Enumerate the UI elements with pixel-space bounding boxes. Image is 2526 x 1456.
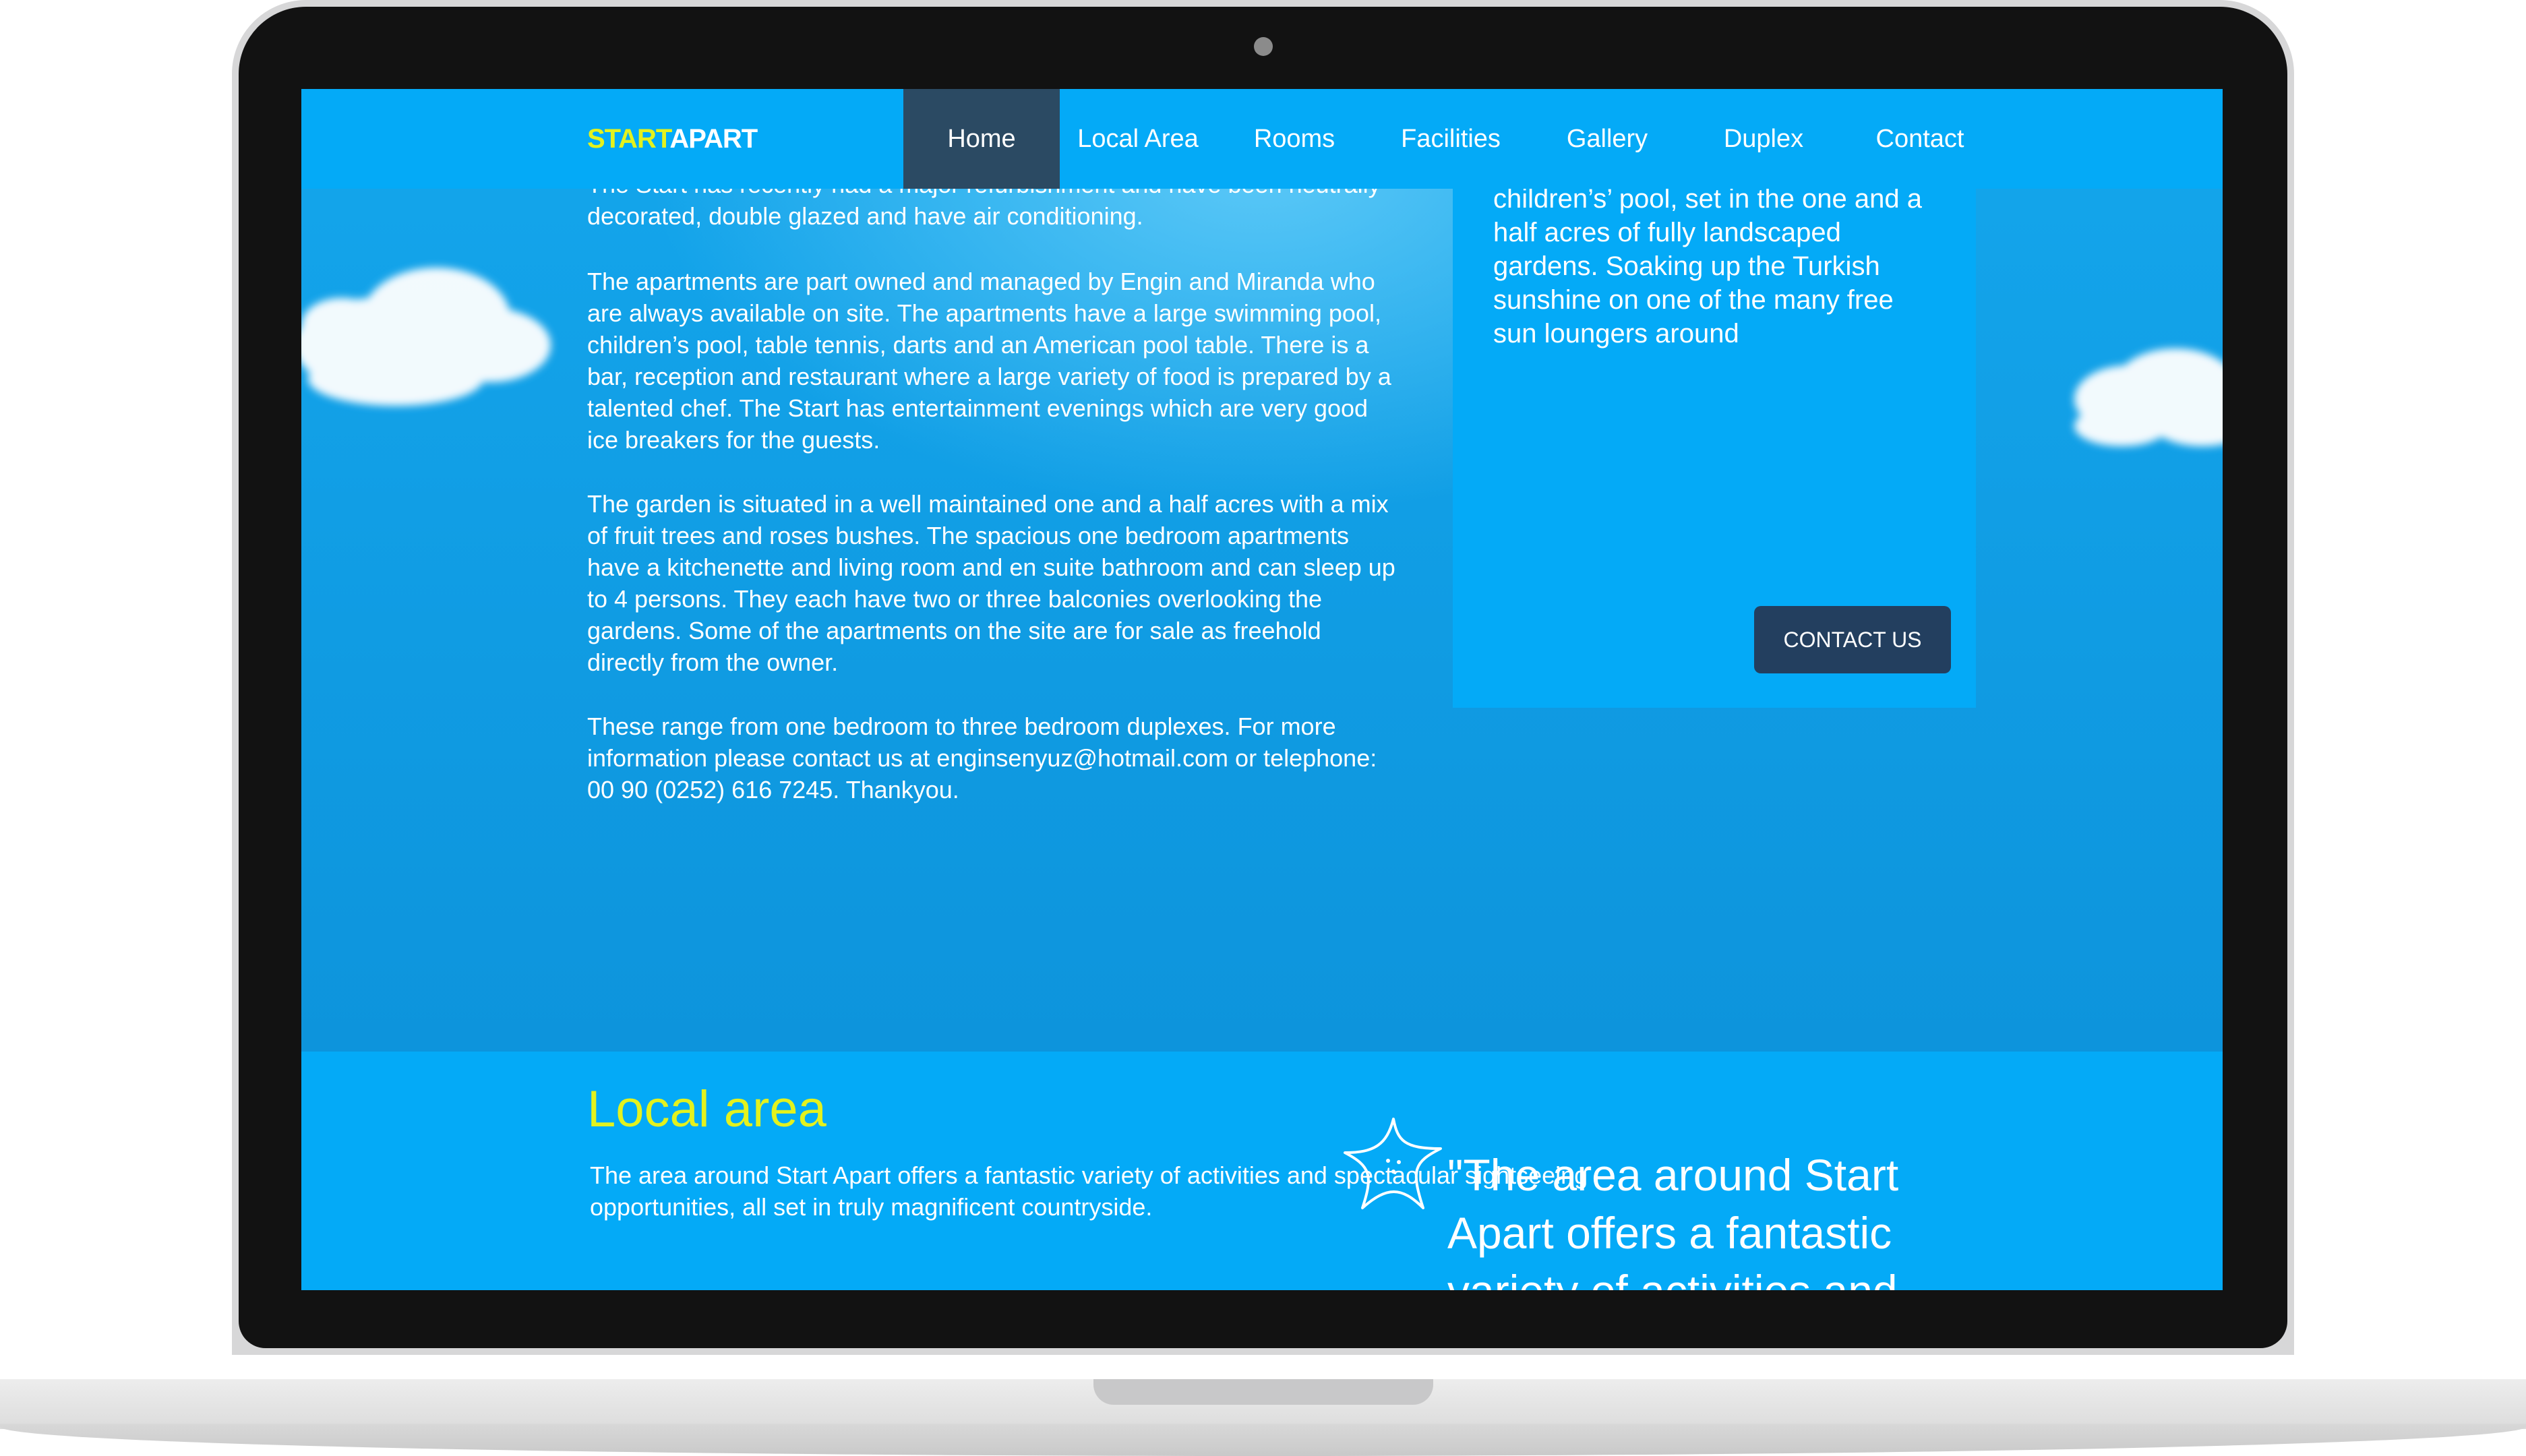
nav-home[interactable]: Home — [903, 89, 1060, 189]
nav-facilities[interactable]: Facilities — [1373, 89, 1529, 189]
cloud-left-icon — [301, 268, 551, 406]
intro-paragraph-2: The garden is situated in a well maintai… — [587, 490, 1395, 676]
laptop-hinge-notch — [1093, 1379, 1433, 1405]
intro-paragraph-1: The apartments are part owned and manage… — [587, 268, 1391, 454]
nav-rooms[interactable]: Rooms — [1216, 89, 1373, 189]
info-card-text: children’s’ pool, set in the one and a h… — [1493, 184, 1922, 348]
local-area-title: Local area — [587, 1081, 826, 1138]
site-logo[interactable]: STARTAPART — [587, 124, 758, 154]
contact-us-button[interactable]: CONTACT US — [1754, 606, 1951, 673]
website-screen: The Start has recently had a major refur… — [301, 89, 2223, 1290]
logo-start: START — [587, 124, 670, 154]
starfish-icon — [1344, 1118, 1442, 1209]
camera-icon — [1254, 37, 1273, 56]
nav-gallery[interactable]: Gallery — [1529, 89, 1685, 189]
cloud-right-icon — [2074, 348, 2223, 446]
logo-apart: APART — [669, 124, 758, 154]
nav-local-area[interactable]: Local Area — [1060, 89, 1216, 189]
intro-paragraph-3: These range from one bedroom to three be… — [587, 712, 1377, 803]
top-navbar: STARTAPART Home Local Area Rooms Facilit… — [301, 89, 2223, 189]
nav-duplex[interactable]: Duplex — [1685, 89, 1842, 189]
local-area-section: Local area The area around Start Apart o… — [301, 1052, 2223, 1290]
local-area-quote: "The area around Start Apart offers a fa… — [1447, 1150, 1899, 1290]
laptop-base-edge — [0, 1424, 2526, 1456]
nav-contact[interactable]: Contact — [1842, 89, 1998, 189]
